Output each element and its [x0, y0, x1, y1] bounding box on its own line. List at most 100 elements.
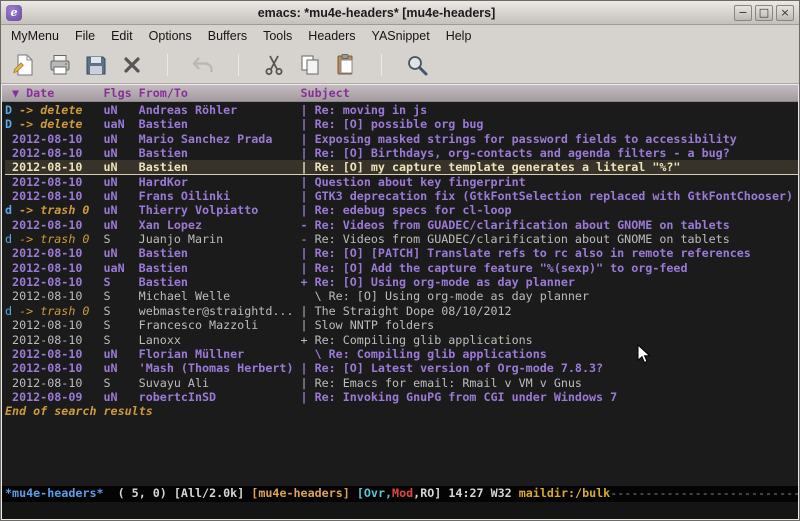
close-button[interactable] — [117, 50, 147, 80]
mark-action: -> delete — [12, 117, 82, 131]
menu-item-edit[interactable]: Edit — [103, 26, 141, 47]
message-row[interactable]: 2012-08-10uNFlorian Müllner \ Re: Compil… — [5, 347, 798, 361]
modeline-segment: Mod — [392, 486, 413, 500]
message-subject: \ Re: [O] Using org-mode as day planner — [301, 289, 799, 303]
message-subject: - Re: Videos from GUADEC/clarification a… — [301, 218, 799, 232]
message-date: 2012-08-10 — [5, 347, 104, 361]
message-from: Bastien — [139, 160, 301, 173]
message-row[interactable]: 2012-08-09uNrobertcInSD| Re: Invoking Gn… — [5, 390, 798, 404]
column-header-from[interactable]: From/To — [139, 85, 301, 101]
modeline-segment: [mu4e-headers] — [251, 486, 357, 500]
menu-item-file[interactable]: File — [67, 26, 103, 47]
headers-column-header: ▼ Date Flgs From/To Subject — [2, 85, 798, 102]
message-date: D -> delete — [5, 103, 104, 117]
menu-item-buffers[interactable]: Buffers — [200, 26, 255, 47]
mark-letter: D — [5, 117, 12, 131]
message-row[interactable]: D -> deleteuaNBastien| Re: [O] possible … — [5, 117, 798, 131]
undo-button[interactable] — [188, 50, 218, 80]
message-from: Bastien — [139, 246, 301, 260]
menu-item-help[interactable]: Help — [438, 26, 480, 47]
menu-item-options[interactable]: Options — [141, 26, 200, 47]
message-subject: | Re: [O] Birthdays, org-contacts and ag… — [301, 146, 799, 160]
message-row[interactable]: 2012-08-10SSuvayu Ali| Re: Emacs for ema… — [5, 376, 798, 390]
minimize-button[interactable]: − — [734, 5, 752, 21]
message-subject: | GTK3 deprecation fix (GtkFontSelection… — [301, 189, 799, 203]
close-button[interactable]: × — [776, 5, 794, 21]
message-row[interactable]: 2012-08-10uNBastien| Re: [O] [PATCH] Tra… — [5, 246, 798, 260]
paste-icon — [334, 53, 358, 77]
message-date: 2012-08-10 — [5, 376, 104, 390]
message-row[interactable]: 2012-08-10uNBastien| Re: [O] my capture … — [5, 160, 798, 174]
window-controls: − □ × — [731, 5, 794, 21]
column-header-subject[interactable]: Subject — [301, 85, 799, 101]
message-subject: | The Straight Dope 08/10/2012 — [301, 304, 799, 318]
message-row[interactable]: 2012-08-10uaNBastien| Re: [O] Add the ca… — [5, 261, 798, 275]
menu-item-headers[interactable]: Headers — [300, 26, 363, 47]
mode-line: *mu4e-headers* ( 5, 0) [All/2.0k] [mu4e-… — [2, 486, 798, 502]
search-button[interactable] — [402, 50, 432, 80]
menu-item-yasnippet[interactable]: YASnippet — [364, 26, 438, 47]
message-date: 2012-08-10 — [5, 189, 104, 203]
message-row[interactable]: 2012-08-10SLanoxx+ Re: Compiling glib ap… — [5, 333, 798, 347]
message-from: 'Mash (Thomas Herbert) — [139, 361, 301, 375]
message-subject: + Re: Compiling glib applications — [301, 333, 799, 347]
print-button[interactable] — [45, 50, 75, 80]
message-date: 2012-08-09 — [5, 390, 104, 404]
message-date: d -> trash 0 — [5, 304, 104, 318]
maximize-button[interactable]: □ — [755, 5, 773, 21]
message-row[interactable]: 2012-08-10uN'Mash (Thomas Herbert)| Re: … — [5, 361, 798, 375]
buffer-rows: D -> deleteuNAndreas Röhler| Re: moving … — [5, 103, 798, 404]
message-row[interactable]: 2012-08-10uNHardKor| Question about key … — [5, 175, 798, 189]
headers-buffer[interactable]: D -> deleteuNAndreas Röhler| Re: moving … — [2, 102, 798, 486]
save-button[interactable] — [81, 50, 111, 80]
copy-button[interactable] — [295, 50, 325, 80]
message-row[interactable]: 2012-08-10uNFrans Oilinki| GTK3 deprecat… — [5, 189, 798, 203]
message-subject: | Re: edebug specs for cl-loop — [301, 203, 799, 217]
message-from: Bastien — [139, 146, 301, 160]
message-row[interactable]: d -> trash 0uNThierry Volpiatto| Re: ede… — [5, 203, 798, 217]
modeline-segment: ( 5, 0) — [104, 486, 174, 500]
message-flags: uN — [104, 189, 139, 203]
message-flags: S — [104, 304, 139, 318]
message-date: 2012-08-10 — [5, 261, 104, 275]
menu-item-mymenu[interactable]: MyMenu — [3, 26, 67, 47]
message-date: 2012-08-10 — [5, 275, 104, 289]
window-title: emacs: *mu4e-headers* [mu4e-headers] — [22, 6, 731, 20]
emacs-app-icon[interactable]: e — [6, 5, 22, 21]
message-subject: | Question about key fingerprint — [301, 175, 799, 189]
message-from: robertcInSD — [139, 390, 301, 404]
title-bar[interactable]: e emacs: *mu4e-headers* [mu4e-headers] −… — [1, 1, 799, 25]
message-from: Frans Oilinki — [139, 189, 301, 203]
message-from: Bastien — [139, 261, 301, 275]
message-row[interactable]: 2012-08-10SBastien+ Re: [O] Using org-mo… — [5, 275, 798, 289]
column-header-flags[interactable]: Flgs — [104, 85, 139, 101]
message-row[interactable]: 2012-08-10uNXan Lopez- Re: Videos from G… — [5, 218, 798, 232]
toolbar-separator — [238, 54, 239, 76]
message-row[interactable]: 2012-08-10uNMario Sanchez Prada| Exposin… — [5, 132, 798, 146]
menu-item-tools[interactable]: Tools — [255, 26, 300, 47]
end-of-results: End of search results — [5, 404, 798, 418]
paste-button[interactable] — [331, 50, 361, 80]
cut-button[interactable] — [259, 50, 289, 80]
message-flags: uN — [104, 347, 139, 361]
column-header-date[interactable]: ▼ Date — [5, 85, 104, 101]
echo-area[interactable] — [2, 502, 798, 519]
message-row[interactable]: d -> trash 0Swebmaster@straightd...| The… — [5, 304, 798, 318]
message-row[interactable]: D -> deleteuNAndreas Röhler| Re: moving … — [5, 103, 798, 117]
message-row[interactable]: 2012-08-10SFrancesco Mazzoli| Slow NNTP … — [5, 318, 798, 332]
search-icon — [405, 53, 429, 77]
message-flags: uaN — [104, 117, 139, 131]
message-flags: uN — [104, 246, 139, 260]
message-row[interactable]: 2012-08-10SMichael Welle \ Re: [O] Using… — [5, 289, 798, 303]
new-file-button[interactable] — [9, 50, 39, 80]
copy-icon — [298, 53, 322, 77]
modeline-segment: *mu4e-headers* — [5, 486, 104, 500]
message-subject: | Re: [O] my capture template generates … — [301, 160, 799, 173]
message-row[interactable]: 2012-08-10uNBastien| Re: [O] Birthdays, … — [5, 146, 798, 160]
message-date: 2012-08-10 — [5, 289, 104, 303]
modeline-segment: [Ovr, — [357, 486, 392, 500]
modeline-segment: ,RO] — [413, 486, 441, 500]
message-from: Florian Müllner — [139, 347, 301, 361]
message-flags: S — [104, 232, 139, 246]
message-row[interactable]: d -> trash 0SJuanjo Marin- Re: Videos fr… — [5, 232, 798, 246]
